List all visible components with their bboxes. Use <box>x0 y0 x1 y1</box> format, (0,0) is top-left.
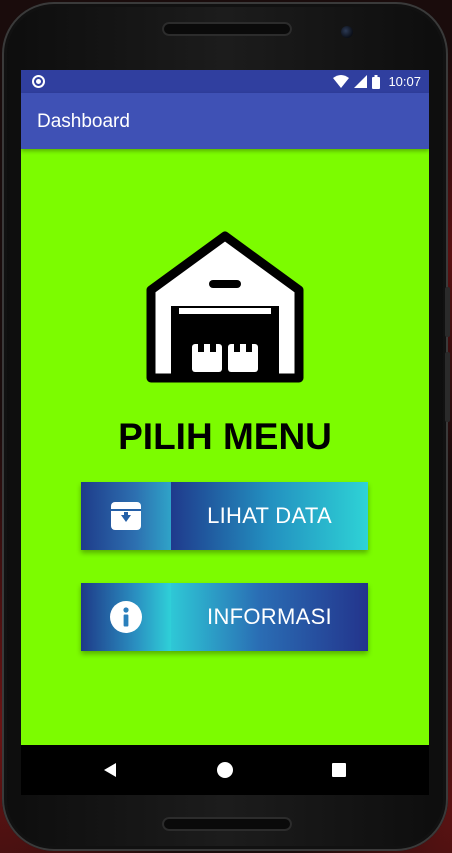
informasi-icon-box <box>81 583 171 651</box>
info-icon <box>110 601 142 633</box>
recents-icon <box>332 763 346 777</box>
lihat-data-icon-box <box>81 482 171 550</box>
back-button[interactable] <box>85 745 135 795</box>
recents-button[interactable] <box>314 745 364 795</box>
status-icons: 10:07 <box>333 73 421 90</box>
page-title: PILIH MENU <box>118 416 332 457</box>
informasi-button[interactable]: INFORMASI <box>81 583 368 651</box>
battery-icon <box>372 74 381 89</box>
lihat-data-button[interactable]: LIHAT DATA <box>81 482 368 550</box>
archive-download-icon <box>111 502 141 530</box>
wifi-icon <box>333 75 350 88</box>
status-bar: 10:07 <box>21 70 429 93</box>
notification-dot-icon <box>32 75 45 88</box>
volume-button <box>445 287 450 337</box>
app-title: Dashboard <box>37 111 130 132</box>
front-camera <box>341 26 353 38</box>
informasi-label: INFORMASI <box>171 583 368 651</box>
bottom-speaker <box>162 817 292 831</box>
power-button <box>445 352 450 422</box>
back-icon <box>104 763 116 777</box>
app-bar: Dashboard <box>21 93 429 149</box>
home-icon <box>217 762 233 778</box>
home-button[interactable] <box>200 745 250 795</box>
status-time: 10:07 <box>388 74 421 89</box>
warehouse-icon <box>146 231 304 383</box>
top-speaker <box>162 22 292 36</box>
lihat-data-label: LIHAT DATA <box>171 482 368 550</box>
navigation-bar <box>21 745 429 795</box>
device-screen: 10:07 Dashboard PILIH MENU LIHAT DATA IN… <box>21 70 429 795</box>
cellular-signal-icon <box>354 75 368 88</box>
